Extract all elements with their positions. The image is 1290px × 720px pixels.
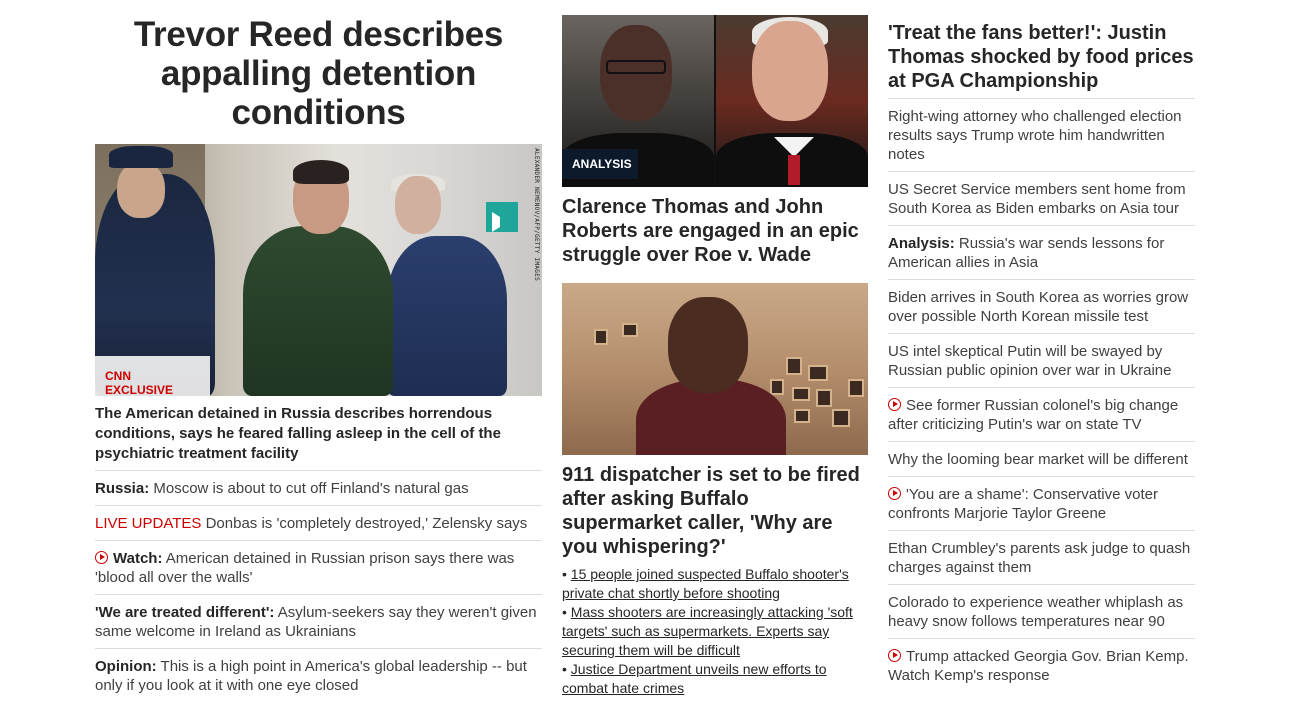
- live-updates-label: LIVE UPDATES: [95, 515, 202, 532]
- image-credit: ALEXANDER NEMENOV/AFP/GETTY IMAGES: [533, 148, 540, 282]
- story-text: See former Russian colonel's big change …: [888, 397, 1179, 433]
- list-item[interactable]: US intel skeptical Putin will be swayed …: [888, 333, 1195, 387]
- story-text: Biden arrives in South Korea as worries …: [888, 289, 1189, 325]
- story-text: US Secret Service members sent home from…: [888, 181, 1186, 217]
- story-text: Donbas is 'completely destroyed,' Zelens…: [201, 515, 528, 532]
- wall-frame: [816, 389, 832, 407]
- guard-head: [117, 162, 165, 218]
- lead-headline[interactable]: Trevor Reed describes appalling detentio…: [95, 15, 542, 132]
- glasses-icon: [606, 60, 666, 74]
- wall-frame: [770, 379, 784, 395]
- tie-shape: [788, 155, 800, 185]
- dispatcher-headline[interactable]: 911 dispatcher is set to be fired after …: [562, 463, 868, 559]
- list-item[interactable]: See former Russian colonel's big change …: [888, 387, 1195, 441]
- exit-sign-icon: [486, 202, 518, 232]
- right-column: 'Treat the fans better!': Justin Thomas …: [888, 0, 1195, 692]
- list-item[interactable]: Trump attacked Georgia Gov. Brian Kemp. …: [888, 638, 1195, 692]
- story-prefix: 'We are treated different':: [95, 604, 275, 621]
- wall-frame: [794, 409, 810, 423]
- analysis-tag: ANALYSIS: [562, 149, 638, 179]
- bullet-link[interactable]: Mass shooters are increasingly attacking…: [562, 604, 853, 658]
- list-item[interactable]: • Mass shooters are increasingly attacki…: [562, 603, 868, 660]
- story-text: Ethan Crumbley's parents ask judge to qu…: [888, 540, 1191, 576]
- list-item[interactable]: Biden arrives in South Korea as worries …: [888, 279, 1195, 333]
- story-text: Moscow is about to cut off Finland's nat…: [149, 480, 469, 497]
- story-text: Colorado to experience weather whiplash …: [888, 594, 1184, 630]
- play-video-icon: [95, 551, 108, 564]
- list-item[interactable]: Why the looming bear market will be diff…: [888, 441, 1195, 476]
- list-item[interactable]: Ethan Crumbley's parents ask judge to qu…: [888, 530, 1195, 584]
- story-prefix: Opinion:: [95, 658, 157, 675]
- play-video-icon: [888, 487, 901, 500]
- wall-frame: [832, 409, 850, 427]
- list-item[interactable]: • Justice Department unveils new efforts…: [562, 660, 868, 698]
- wall-frame: [792, 387, 810, 401]
- wall-frame: [786, 357, 802, 375]
- detainee-hair: [293, 160, 349, 184]
- man-in-suit-figure: [387, 236, 507, 396]
- justices-headline[interactable]: Clarence Thomas and John Roberts are eng…: [562, 195, 868, 267]
- pga-headline[interactable]: 'Treat the fans better!': Justin Thomas …: [888, 21, 1195, 93]
- list-item[interactable]: Analysis: Russia's war sends lessons for…: [888, 225, 1195, 279]
- bullet-link[interactable]: Justice Department unveils new efforts t…: [562, 661, 827, 696]
- dispatcher-head: [668, 297, 748, 393]
- justices-image[interactable]: ANALYSIS: [562, 15, 868, 187]
- wall-frame: [808, 365, 828, 381]
- list-item[interactable]: Watch: American detained in Russian pris…: [95, 540, 542, 594]
- list-item[interactable]: • 15 people joined suspected Buffalo sho…: [562, 565, 868, 603]
- play-video-icon: [888, 649, 901, 662]
- play-video-icon: [888, 398, 901, 411]
- story-text: Trump attacked Georgia Gov. Brian Kemp. …: [888, 648, 1189, 684]
- list-item[interactable]: Colorado to experience weather whiplash …: [888, 584, 1195, 638]
- lead-story-image[interactable]: ALEXANDER NEMENOV/AFP/GETTY IMAGES CNN E…: [95, 144, 542, 396]
- list-item[interactable]: 'We are treated different': Asylum-seeke…: [95, 594, 542, 648]
- man-in-suit-head: [395, 176, 441, 234]
- list-item[interactable]: Opinion: This is a high point in America…: [95, 648, 542, 702]
- story-text: US intel skeptical Putin will be swayed …: [888, 343, 1172, 379]
- list-item[interactable]: Russia: Moscow is about to cut off Finla…: [95, 470, 542, 505]
- dispatcher-related-list: • 15 people joined suspected Buffalo sho…: [562, 565, 868, 698]
- lead-related-list: Russia: Moscow is about to cut off Finla…: [95, 470, 542, 702]
- lead-column: Trevor Reed describes appalling detentio…: [95, 0, 542, 702]
- bullet-link[interactable]: 15 people joined suspected Buffalo shoot…: [562, 566, 849, 601]
- wall-frame: [622, 323, 638, 337]
- story-text: Right-wing attorney who challenged elect…: [888, 108, 1182, 163]
- list-item[interactable]: LIVE UPDATES Donbas is 'completely destr…: [95, 505, 542, 540]
- story-prefix: Watch:: [113, 550, 163, 567]
- list-item[interactable]: 'You are a shame': Conservative voter co…: [888, 476, 1195, 530]
- story-text: This is a high point in America's global…: [95, 658, 527, 694]
- right-justice-face: [752, 21, 828, 121]
- middle-column: ANALYSIS Clarence Thomas and John Robert…: [562, 0, 868, 698]
- story-prefix: Russia:: [95, 480, 150, 497]
- story-text: Why the looming bear market will be diff…: [888, 451, 1188, 468]
- story-prefix: Analysis:: [888, 235, 955, 252]
- story-text: 'You are a shame': Conservative voter co…: [888, 486, 1158, 522]
- dispatcher-image[interactable]: [562, 283, 868, 455]
- headline-list: Right-wing attorney who challenged elect…: [888, 98, 1195, 692]
- detainee-figure: [243, 226, 393, 396]
- lead-subheadline[interactable]: The American detained in Russia describe…: [95, 404, 542, 464]
- list-item[interactable]: Right-wing attorney who challenged elect…: [888, 98, 1195, 171]
- wall-frame: [848, 379, 864, 397]
- guard-cap: [109, 146, 173, 168]
- exclusive-tag: CNN EXCLUSIVE: [95, 356, 210, 396]
- wall-frame: [594, 329, 608, 345]
- list-item[interactable]: US Secret Service members sent home from…: [888, 171, 1195, 225]
